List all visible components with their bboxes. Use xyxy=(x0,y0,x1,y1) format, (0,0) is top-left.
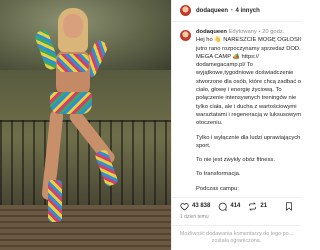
header-username[interactable]: dodaqueen xyxy=(196,8,228,14)
post-panel: dodaqueen • 4 innych dodaqueen Edytowany… xyxy=(171,0,301,250)
notice-line: Możliwość dodawania komentarzy do tego p… xyxy=(179,231,294,237)
repost-count: 21 xyxy=(260,203,268,209)
notice-line: została ograniczona. xyxy=(211,238,262,244)
post-header: dodaqueen • 4 innych xyxy=(172,0,301,22)
post-photo[interactable] xyxy=(0,0,171,250)
like-button[interactable]: 43 838 xyxy=(180,202,210,211)
caption-line: To nie jest zwykły obóz fitness. xyxy=(196,157,275,164)
caption-edited: Edytowany • 20 godz. xyxy=(228,29,285,35)
caption-line: stworzone dla osób, które chcą zadbać o xyxy=(196,78,301,85)
caption-line: Podczas campu: xyxy=(196,185,239,192)
comment-count: 414 xyxy=(230,203,241,209)
action-bar: 43 838 414 21 xyxy=(172,197,301,214)
caption: dodaqueen Edytowany • 20 godz. Hej ho 👋 … xyxy=(172,24,301,201)
save-button[interactable] xyxy=(285,202,293,213)
comment-button[interactable]: 414 xyxy=(218,202,240,211)
caption-line: Tylko i wyłącznie dla ludzi uprawiającyc… xyxy=(196,134,301,141)
caption-username[interactable]: dodaqueen xyxy=(196,29,227,35)
repost-button[interactable]: 21 xyxy=(248,201,268,211)
bookmark-icon xyxy=(286,202,292,211)
caption-line: wyjątkowe,tygodniowe doświadczenie xyxy=(196,70,294,77)
caption-link[interactable]: dodamegacamp.pl/ To xyxy=(196,61,301,69)
photo-boot-left xyxy=(48,180,62,222)
header-others[interactable]: 4 innych xyxy=(235,8,259,14)
photo-face xyxy=(63,14,83,38)
comment-icon xyxy=(219,202,227,211)
photo-deck xyxy=(0,205,171,250)
caption-line: warsztatami i regeneracją w luksusowym xyxy=(196,111,301,118)
photo-top xyxy=(57,54,89,72)
caption-avatar[interactable] xyxy=(180,30,191,41)
photo-skirt xyxy=(50,92,92,114)
heart-icon xyxy=(180,202,189,210)
header-text: dodaqueen • 4 innych xyxy=(196,8,260,14)
caption-line: tylko ciała, ale i ducha z wartościowymi xyxy=(196,103,297,110)
avatar[interactable] xyxy=(180,5,191,16)
caption-line: ciało, głowę i energię życiową. To xyxy=(196,87,282,94)
caption-line: Hej ho 👋 NARESZCIE MOGĘ OGŁOSIĆ J... xyxy=(196,37,301,44)
post-date[interactable]: 1 dzień temu xyxy=(180,214,209,220)
caption-line: jutro rano rozpoczynamy sprzedaż DOD... xyxy=(196,45,301,52)
caption-line: połączenie intensywnych treningów nie xyxy=(196,95,297,102)
caption-line: otoczeniu. xyxy=(196,120,223,127)
header-separator: • xyxy=(230,7,233,14)
caption-line: MEGA CAMP 🏕️ https:// xyxy=(196,53,259,60)
repost-icon xyxy=(249,201,257,211)
caption-line: sport. xyxy=(196,142,211,149)
comments-restricted-notice: Możliwość dodawania komentarzy do tego p… xyxy=(172,225,301,250)
caption-line: To transformacja. xyxy=(196,171,241,178)
like-count: 43 838 xyxy=(192,203,211,209)
